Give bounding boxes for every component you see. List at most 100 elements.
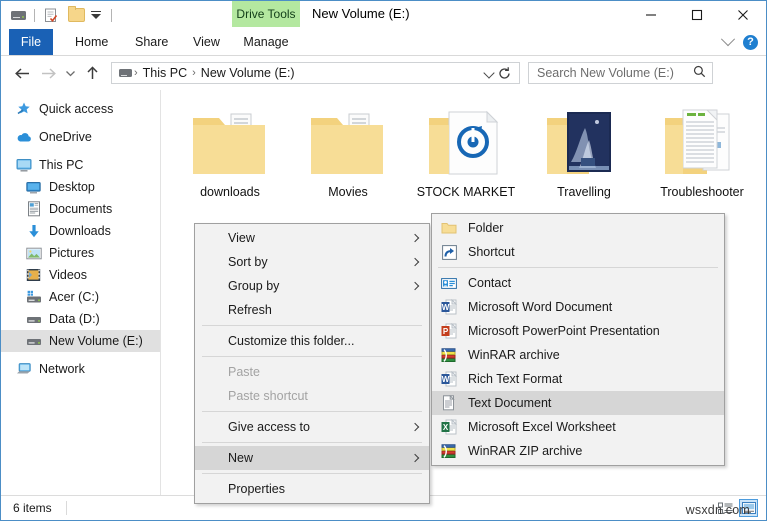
tab-manage-label: Manage	[243, 35, 288, 49]
context-menu-item-customize-this-folder[interactable]: Customize this folder...	[195, 329, 429, 353]
sidebar-item-label: Quick access	[39, 102, 113, 116]
new-submenu-item-excel-worksheet[interactable]: X Microsoft Excel Worksheet	[432, 415, 724, 439]
sidebar-item-label: Documents	[49, 202, 112, 216]
tab-file[interactable]: File	[9, 29, 53, 55]
sidebar-item-desktop[interactable]: Desktop	[1, 176, 160, 198]
chevron-right-icon	[411, 258, 419, 266]
sidebar-item-acer-c[interactable]: Acer (C:)	[1, 286, 160, 308]
tab-manage[interactable]: Manage	[232, 29, 300, 55]
context-menu-item-properties[interactable]: Properties	[195, 477, 429, 501]
file-item[interactable]: Movies	[289, 98, 407, 199]
menu-item-label: Group by	[228, 279, 279, 293]
rtf-icon: W	[440, 370, 458, 388]
breadcrumb-this-pc[interactable]: This PC	[140, 66, 190, 80]
chevron-down-icon[interactable]	[483, 67, 494, 78]
context-menu-item-refresh[interactable]: Refresh	[195, 298, 429, 322]
menu-item-label: Shortcut	[468, 245, 515, 259]
sidebar-item-label: New Volume (E:)	[49, 334, 143, 348]
icon-grid: downloads Mo	[171, 98, 761, 199]
new-submenu-item-contact[interactable]: Contact	[432, 271, 724, 295]
context-menu-item-paste-shortcut: Paste shortcut	[195, 384, 429, 408]
file-name: Movies	[289, 185, 407, 199]
menu-separator	[202, 411, 422, 412]
tab-home[interactable]: Home	[63, 29, 120, 55]
back-arrow-icon[interactable]	[9, 60, 35, 86]
winrar-zip-icon	[440, 442, 458, 460]
menu-item-label: Customize this folder...	[228, 334, 354, 348]
new-submenu-item-text-document[interactable]: Text Document	[432, 391, 724, 415]
contact-icon	[440, 274, 458, 292]
contextual-tab-drive-tools[interactable]: Drive Tools	[232, 1, 300, 27]
file-item[interactable]: Travelling	[525, 98, 643, 199]
context-menu-item-new[interactable]: New	[195, 446, 429, 470]
tab-view[interactable]: View	[181, 29, 232, 55]
new-submenu[interactable]: Folder Shortcut Contact W Microsoft Word…	[431, 213, 725, 466]
new-submenu-item-winrar-archive[interactable]: WinRAR archive	[432, 343, 724, 367]
context-menu-item-group-by[interactable]: Group by	[195, 274, 429, 298]
tab-share[interactable]: Share	[123, 29, 180, 55]
context-menu-item-give-access-to[interactable]: Give access to	[195, 415, 429, 439]
menu-item-label: Give access to	[228, 420, 310, 434]
maximize-icon[interactable]	[674, 1, 720, 29]
tab-file-label: File	[21, 35, 41, 49]
ribbon-right-controls: ?	[723, 29, 758, 55]
sidebar-item-onedrive[interactable]: OneDrive	[1, 126, 160, 148]
context-menu[interactable]: View Sort by Group by Refresh Customize …	[194, 223, 430, 504]
sidebar-item-label: This PC	[39, 158, 83, 172]
drive-icon	[119, 69, 132, 77]
search-input[interactable]: Search New Volume (E:)	[528, 62, 713, 84]
sidebar-item-pictures[interactable]: Pictures	[1, 242, 160, 264]
forward-arrow-icon[interactable]	[35, 60, 61, 86]
new-submenu-item-word-document[interactable]: W Microsoft Word Document	[432, 295, 724, 319]
new-folder-icon[interactable]	[66, 6, 86, 24]
close-icon[interactable]	[720, 1, 766, 29]
breadcrumb-new-volume[interactable]: New Volume (E:)	[198, 66, 298, 80]
up-arrow-icon[interactable]	[79, 60, 105, 86]
drive-icon[interactable]	[9, 6, 27, 24]
sidebar-item-quick-access[interactable]: Quick access	[1, 98, 160, 120]
customize-quick-access-dropdown-icon[interactable]	[86, 6, 104, 24]
minimize-icon[interactable]	[628, 1, 674, 29]
powerpoint-icon: P	[440, 322, 458, 340]
sidebar-item-videos[interactable]: Videos	[1, 264, 160, 286]
search-icon[interactable]	[693, 65, 706, 81]
sidebar-item-this-pc[interactable]: This PC	[1, 154, 160, 176]
sidebar-item-label: Desktop	[49, 180, 95, 194]
toolbar-divider	[34, 9, 35, 22]
search-placeholder: Search New Volume (E:)	[537, 66, 674, 80]
sidebar-item-label: Videos	[49, 268, 87, 282]
sidebar-item-new-volume-e[interactable]: New Volume (E:)	[1, 330, 160, 352]
refresh-icon[interactable]	[497, 66, 512, 81]
file-item[interactable]: Troubleshooter	[643, 98, 761, 199]
sidebar-item-downloads[interactable]: Downloads	[1, 220, 160, 242]
folder-with-disc-file-icon	[407, 98, 525, 180]
winrar-icon	[440, 346, 458, 364]
file-item[interactable]: STOCK MARKET	[407, 98, 525, 199]
new-submenu-item-powerpoint-presentation[interactable]: P Microsoft PowerPoint Presentation	[432, 319, 724, 343]
sidebar-item-data-d[interactable]: Data (D:)	[1, 308, 160, 330]
menu-item-label: Text Document	[468, 396, 551, 410]
sidebar-item-documents[interactable]: Documents	[1, 198, 160, 220]
breadcrumb-separator-2: ›	[190, 67, 198, 79]
help-label: ?	[747, 36, 754, 48]
address-input[interactable]: › This PC › New Volume (E:)	[111, 62, 520, 84]
window-title: New Volume (E:)	[312, 6, 410, 21]
file-item[interactable]: downloads	[171, 98, 289, 199]
drive-icon	[25, 333, 42, 350]
new-submenu-item-rich-text-format[interactable]: W Rich Text Format	[432, 367, 724, 391]
context-menu-item-view[interactable]: View	[195, 226, 429, 250]
new-submenu-item-shortcut[interactable]: Shortcut	[432, 240, 724, 264]
excel-icon: X	[440, 418, 458, 436]
shortcut-icon	[440, 243, 458, 261]
sidebar-item-network[interactable]: Network	[1, 358, 160, 380]
recent-locations-icon[interactable]	[61, 60, 79, 86]
help-icon[interactable]: ?	[743, 35, 758, 50]
properties-icon[interactable]	[42, 6, 60, 24]
context-menu-item-sort-by[interactable]: Sort by	[195, 250, 429, 274]
folder-icon	[440, 219, 458, 237]
chevron-down-icon[interactable]	[721, 32, 735, 46]
new-submenu-item-winrar-zip-archive[interactable]: WinRAR ZIP archive	[432, 439, 724, 463]
new-submenu-item-folder[interactable]: Folder	[432, 216, 724, 240]
file-name: downloads	[171, 185, 289, 199]
menu-item-label: Paste	[228, 365, 260, 379]
